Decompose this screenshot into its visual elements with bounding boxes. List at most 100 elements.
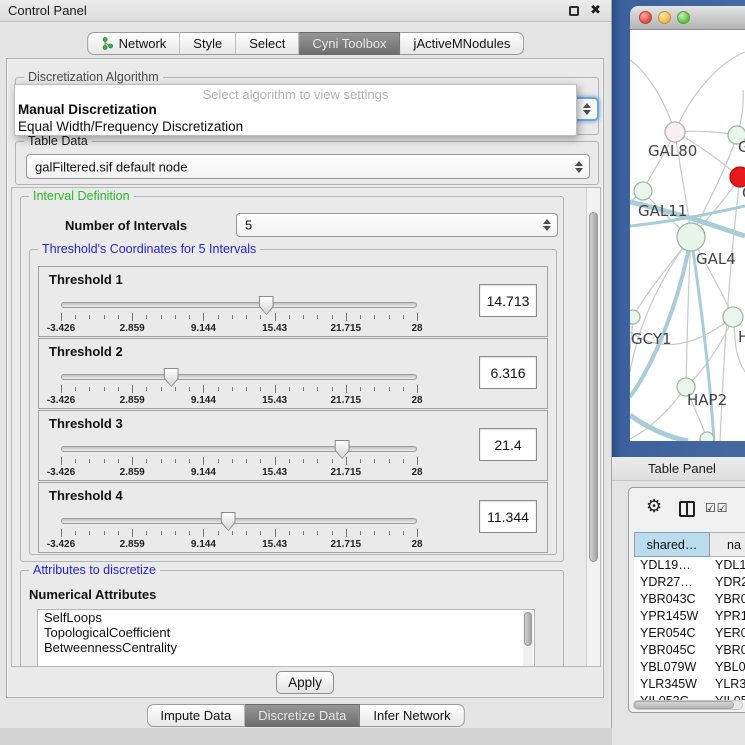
popup-item-manual-discretization[interactable]: Manual Discretization — [15, 101, 576, 118]
combobox-stepper-icon — [541, 214, 553, 236]
table-toolbar: ⚙ ☑☑ — [629, 488, 745, 530]
scrollbar-thumb[interactable] — [589, 212, 598, 562]
network-node[interactable] — [634, 182, 652, 200]
select-columns-checkboxes-icon[interactable]: ☑☑ — [705, 501, 729, 515]
interval-definition-group-title: Interval Definition — [29, 189, 134, 203]
zoom-traffic-light-icon[interactable] — [677, 11, 690, 24]
threshold-1-value-field[interactable]: 14.713 — [479, 284, 537, 317]
tab-select[interactable]: Select — [236, 32, 299, 55]
tab-discretize-data[interactable]: Discretize Data — [245, 704, 360, 727]
network-window-titlebar[interactable] — [630, 6, 745, 30]
tab-cyni-toolbox[interactable]: Cyni Toolbox — [299, 32, 400, 55]
table-data-selected-value: galFiltered.sif default node — [35, 159, 187, 174]
column-header-shared[interactable]: shared… — [634, 532, 710, 557]
minimize-traffic-light-icon[interactable] — [658, 11, 671, 24]
node-label: H — [738, 328, 745, 346]
table-row[interactable]: YBR043CYBR04 — [634, 591, 745, 608]
thresholds-group-title: Threshold's Coordinates for 5 Intervals — [38, 242, 260, 256]
table-panel-titlebar: Table Panel — [612, 457, 745, 481]
network-desktop: GAL80G.CGAL11GAL4GCY1HHAP2 — [612, 0, 745, 457]
attributes-list-scrollbar[interactable] — [523, 611, 533, 666]
threshold-2-value-field[interactable]: 6.316 — [479, 356, 537, 389]
table-header-row: shared… na — [634, 532, 745, 557]
node-label: GAL80 — [648, 142, 697, 160]
table-row[interactable]: YIL053CYIL05 — [634, 693, 745, 700]
table-row[interactable]: YBR045CYBR04 — [634, 642, 745, 659]
tab-style[interactable]: Style — [180, 32, 236, 55]
table-row[interactable]: YDL19…YDL19 — [634, 557, 745, 574]
threshold-3-value-field[interactable]: 21.4 — [479, 428, 537, 461]
apply-button[interactable]: Apply — [276, 671, 334, 694]
table-body[interactable]: YDL19…YDL19YDR27…YDR27YBR043CYBR04YPR145… — [634, 557, 745, 700]
threshold-4-panel: Threshold 4 -3.4262.8599.14415.4321.7152… — [38, 482, 548, 553]
network-icon — [101, 37, 114, 50]
tab-infer-network[interactable]: Infer Network — [360, 704, 464, 727]
network-node[interactable] — [723, 307, 743, 327]
control-panel-title: Control Panel — [8, 3, 87, 18]
tab-impute-data[interactable]: Impute Data — [146, 704, 245, 727]
attribute-list-item[interactable]: BetweennessCentrality — [38, 640, 534, 655]
attribute-list-item[interactable]: SelfLoops — [38, 610, 534, 625]
numerical-attributes-list[interactable]: SelfLoopsTopologicalCoefficientBetweenne… — [37, 609, 535, 666]
interval-definition-group: Interval Definition Number of Intervals … — [20, 196, 564, 562]
threshold-3-panel: Threshold 3 -3.4262.8599.14415.4321.7152… — [38, 410, 548, 481]
node-label: GCY1 — [631, 330, 672, 348]
scrollbar-thumb[interactable] — [634, 701, 734, 709]
discretization-algorithm-group-title: Discretization Algorithm — [24, 70, 163, 84]
number-of-intervals-value: 5 — [245, 218, 252, 233]
control-panel-titlebar: Control Panel ✖ — [0, 0, 611, 22]
attribute-list-item[interactable]: TopologicalCoefficient — [38, 625, 534, 640]
close-icon[interactable]: ✖ — [590, 2, 601, 18]
columns-icon[interactable] — [679, 501, 695, 517]
number-of-intervals-combobox[interactable]: 5 — [236, 213, 558, 237]
network-node[interactable] — [665, 122, 685, 142]
status-strip — [0, 728, 612, 745]
network-node[interactable] — [700, 432, 714, 441]
table-row[interactable]: YER054CYER05 — [634, 625, 745, 642]
attributes-group: Attributes to discretize Numerical Attri… — [20, 570, 564, 666]
application-root: Control Panel ✖ Network Style Select Cyn… — [0, 0, 745, 745]
threshold-2-slider[interactable]: -3.4262.8599.14415.4321.71528 — [61, 367, 417, 407]
network-node[interactable] — [677, 223, 705, 251]
column-header-name[interactable]: na — [710, 532, 745, 557]
threshold-4-label: Threshold 4 — [49, 488, 123, 503]
threshold-3-label: Threshold 3 — [49, 416, 123, 431]
threshold-4-slider[interactable]: -3.4262.8599.14415.4321.71528 — [61, 511, 417, 551]
gear-icon[interactable]: ⚙ — [646, 496, 662, 517]
popup-placeholder-item[interactable]: Select algorithm to view settings — [15, 85, 576, 101]
table-row[interactable]: YDR27…YDR27 — [634, 574, 745, 591]
popup-item-equal-width-frequency[interactable]: Equal Width/Frequency Discretization — [15, 118, 576, 135]
settings-scrollbar[interactable] — [586, 188, 600, 666]
settings-scrollpane: Interval Definition Number of Intervals … — [11, 187, 601, 667]
control-panel-window: Control Panel ✖ Network Style Select Cyn… — [0, 0, 612, 728]
threshold-2-panel: Threshold 2 -3.4262.8599.14415.4321.7152… — [38, 338, 548, 409]
table-panel-title: Table Panel — [648, 461, 716, 476]
table-panel-window: ⚙ ☑☑ shared… na YDL19…YDL19YDR27…YDR27YB… — [628, 487, 745, 713]
tab-jactivemnodules[interactable]: jActiveMNodules — [401, 32, 525, 55]
threshold-4-value-field[interactable]: 11.344 — [479, 500, 537, 533]
node-label: GAL4 — [696, 250, 736, 268]
network-node[interactable] — [630, 310, 640, 324]
table-row[interactable]: YBL079WYBL07 — [634, 659, 745, 676]
table-data-group: Table Data galFiltered.sif default node — [15, 141, 599, 185]
node-label: GAL11 — [638, 202, 687, 220]
table-horizontal-scrollbar[interactable] — [633, 700, 743, 710]
attributes-group-title: Attributes to discretize — [29, 563, 160, 577]
threshold-3-slider[interactable]: -3.4262.8599.14415.4321.71528 — [61, 439, 417, 479]
table-data-combobox[interactable]: galFiltered.sif default node — [26, 154, 590, 179]
node-label: HAP2 — [687, 391, 727, 409]
threshold-1-slider[interactable]: -3.4262.8599.14415.4321.71528 — [61, 295, 417, 335]
table-panel-region: Table Panel ⚙ ☑☑ shared… na YDL19…YDL19Y… — [612, 457, 745, 745]
combobox-stepper-icon — [573, 155, 585, 178]
algorithm-dropdown-popup: Select algorithm to view settings Manual… — [14, 84, 577, 136]
network-canvas[interactable]: GAL80G.CGAL11GAL4GCY1HHAP2 — [630, 30, 745, 441]
close-traffic-light-icon[interactable] — [639, 11, 652, 24]
table-row[interactable]: YPR145WYPR14 — [634, 608, 745, 625]
table-row[interactable]: YLR345WYLR34 — [634, 676, 745, 693]
network-graph: GAL80G.CGAL11GAL4GCY1HHAP2 — [630, 30, 745, 441]
tab-network[interactable]: Network — [87, 32, 181, 55]
cyni-bottom-tabs: Impute Data Discretize Data Infer Networ… — [146, 704, 464, 727]
cyni-toolbox-panel: Discretization Algorithm Table Data galF… — [6, 58, 604, 698]
network-view-window: GAL80G.CGAL11GAL4GCY1HHAP2 — [630, 6, 745, 441]
float-window-icon[interactable] — [569, 6, 579, 16]
